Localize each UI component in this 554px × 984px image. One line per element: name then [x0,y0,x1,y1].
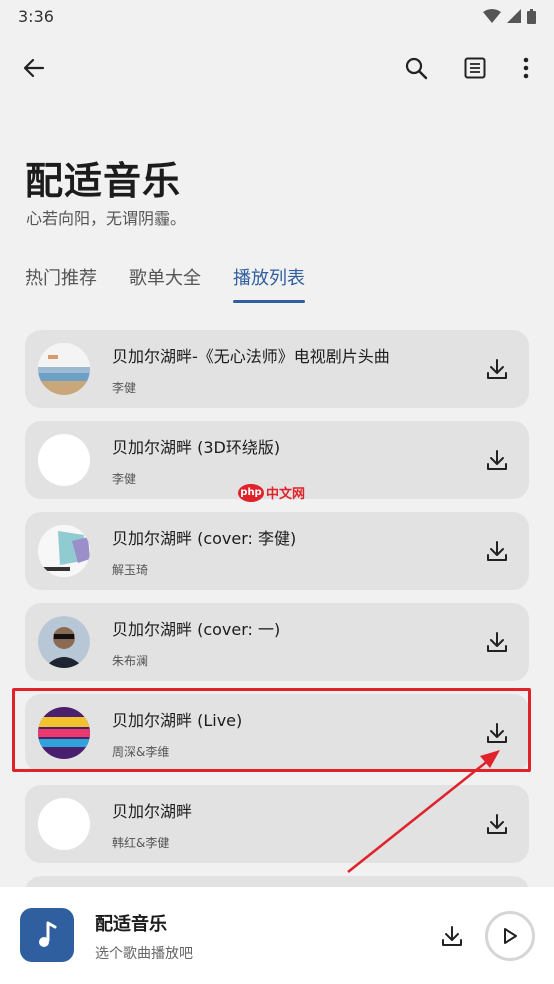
status-icons [483,8,536,24]
annotation-arrow-icon [347,750,500,873]
player-subtitle: 选个歌曲播放吧 [95,946,193,962]
download-icon [487,541,507,561]
download-icon [487,632,507,652]
song-title: 贝加尔湖畔 [112,802,193,821]
watermark-cn: 中文网 [266,487,306,502]
song-item[interactable]: 贝加尔湖畔 (cover: 一) 朱布澜 [25,603,529,681]
list-icon [464,57,486,79]
tab-playlists[interactable]: 歌单大全 [129,262,201,306]
page-subtitle: 心若向阳，无谓阴霾。 [26,209,187,228]
page-title: 配适音乐 [25,159,182,203]
download-button[interactable] [483,355,511,383]
search-icon [405,57,428,80]
song-artist: 李健 [112,381,137,395]
play-icon [504,928,517,944]
play-button[interactable] [485,911,535,961]
song-artist: 解玉琦 [112,563,149,577]
player-title: 配适音乐 [95,914,167,935]
wifi-icon [483,9,501,23]
watermark: php 中文网 [238,483,305,502]
music-note-icon [39,921,57,947]
more-button[interactable] [504,46,548,90]
song-item[interactable]: 贝加尔湖畔-《无心法师》电视剧片头曲 李健 [25,330,529,408]
more-vert-icon [523,57,529,79]
back-button[interactable] [12,46,56,90]
download-icon [487,450,507,470]
mini-player[interactable]: 配适音乐 选个歌曲播放吧 [0,887,554,984]
tab-hot[interactable]: 热门推荐 [25,262,97,306]
battery-icon [527,8,536,24]
song-title: 贝加尔湖畔 (3D环绕版) [112,438,281,457]
app-bar [0,40,554,96]
player-artwork [20,908,74,962]
download-button[interactable] [483,446,511,474]
status-time: 3:36 [18,6,54,26]
song-item[interactable]: 贝加尔湖畔 (cover: 李健) 解玉琦 [25,512,529,590]
song-cover [38,343,90,395]
search-button[interactable] [394,46,438,90]
song-title: 贝加尔湖畔 (cover: 一) [112,620,281,639]
song-cover [38,434,90,486]
list-button[interactable] [453,46,497,90]
arrow-back-icon [23,58,45,78]
song-title: 贝加尔湖畔 (cover: 李健) [112,529,297,548]
song-artist: 朱布澜 [112,654,149,668]
song-artist: 李健 [112,472,137,486]
watermark-php: php [238,483,264,502]
status-bar: 3:36 [0,0,554,32]
download-icon [442,926,462,946]
signal-icon [507,9,521,23]
tab-play-list[interactable]: 播放列表 [233,262,305,306]
player-download-button[interactable] [438,922,466,950]
tab-bar: 热门推荐 歌单大全 播放列表 [25,262,305,306]
song-artist: 韩红&李健 [112,836,170,850]
download-button[interactable] [483,628,511,656]
song-cover [38,616,90,668]
download-button[interactable] [483,537,511,565]
song-cover [38,525,90,577]
song-title: 贝加尔湖畔-《无心法师》电视剧片头曲 [112,347,390,366]
download-icon [487,359,507,379]
song-cover [38,798,90,850]
